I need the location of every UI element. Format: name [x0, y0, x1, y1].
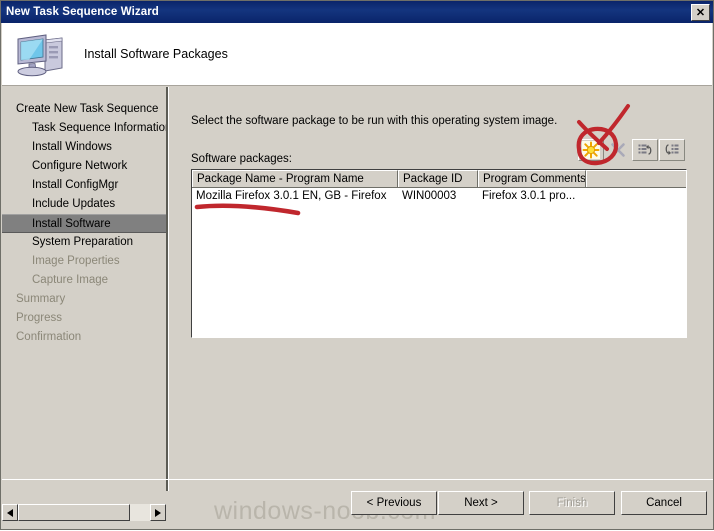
new-package-button[interactable] — [578, 139, 604, 161]
sidebar-item-confirmation: Confirmation — [16, 331, 82, 343]
wizard-content: Select the software package to be run wi… — [169, 87, 712, 491]
delete-package-button[interactable] — [605, 139, 631, 161]
sidebar-item-install-windows[interactable]: Install Windows — [2, 138, 166, 157]
sidebar-item-task-sequence-information[interactable]: Task Sequence Information — [2, 119, 166, 138]
move-up-button[interactable] — [632, 139, 658, 161]
table-header-row: Package Name - Program Name Package ID P… — [192, 170, 686, 188]
cell-package-id: WIN00003 — [402, 190, 457, 202]
sidebar-item-progress: Progress — [16, 312, 63, 324]
previous-button[interactable]: < Previous — [351, 491, 437, 515]
wizard-window: New Task Sequence Wizard ✕ Install Softw… — [0, 0, 714, 530]
sidebar-item-install-configmgr[interactable]: Install ConfigMgr — [2, 176, 166, 195]
button-bar: < Previous Next > Finish Cancel — [1, 488, 714, 518]
move-down-button[interactable] — [659, 139, 685, 161]
sidebar-item-create-new-task-sequence[interactable]: Create New Task Sequence — [2, 100, 166, 119]
cell-package-name: Mozilla Firefox 3.0.1 EN, GB - Firefox — [196, 190, 387, 202]
sidebar-item-capture-image: Capture Image — [32, 274, 109, 286]
column-header-package-id[interactable]: Package ID — [398, 170, 478, 187]
column-header-package-name[interactable]: Package Name - Program Name — [192, 170, 398, 187]
table-row[interactable]: Mozilla Firefox 3.0.1 EN, GB - Firefox W… — [192, 188, 686, 205]
package-toolbar — [577, 139, 685, 161]
software-packages-label: Software packages: — [191, 153, 292, 165]
title-bar: New Task Sequence Wizard ✕ — [1, 1, 713, 23]
button-bar-separator — [2, 479, 713, 480]
sidebar-item-include-updates[interactable]: Include Updates — [2, 195, 166, 214]
window-title: New Task Sequence Wizard — [6, 6, 159, 18]
close-button[interactable]: ✕ — [691, 3, 710, 21]
software-packages-label-text: Software packages: — [191, 153, 293, 165]
column-header-empty[interactable] — [586, 170, 686, 187]
cancel-button[interactable]: Cancel — [621, 491, 707, 515]
sidebar-item-install-software[interactable]: Install Software — [2, 214, 166, 233]
sidebar-item-system-preparation[interactable]: System Preparation — [2, 233, 166, 252]
software-packages-list[interactable]: Package Name - Program Name Package ID P… — [191, 169, 687, 338]
wizard-sidebar: Create New Task Sequence Task Sequence I… — [2, 87, 166, 491]
sidebar-list: Create New Task Sequence Task Sequence I… — [2, 87, 166, 347]
column-header-program-comments[interactable]: Program Comments — [478, 170, 586, 187]
finish-button: Finish — [529, 491, 615, 515]
sidebar-item-configure-network[interactable]: Configure Network — [2, 157, 166, 176]
cell-empty — [586, 188, 686, 205]
sidebar-item-image-properties: Image Properties — [32, 255, 120, 267]
next-button[interactable]: Next > — [438, 491, 524, 515]
cell-program-comments: Firefox 3.0.1 pro... — [482, 190, 576, 202]
page-title: Install Software Packages — [84, 47, 228, 61]
sidebar-item-summary: Summary — [16, 293, 66, 305]
wizard-header: Install Software Packages — [2, 23, 712, 86]
computer-icon — [14, 29, 70, 79]
instruction-text: Select the software package to be run wi… — [191, 115, 558, 127]
